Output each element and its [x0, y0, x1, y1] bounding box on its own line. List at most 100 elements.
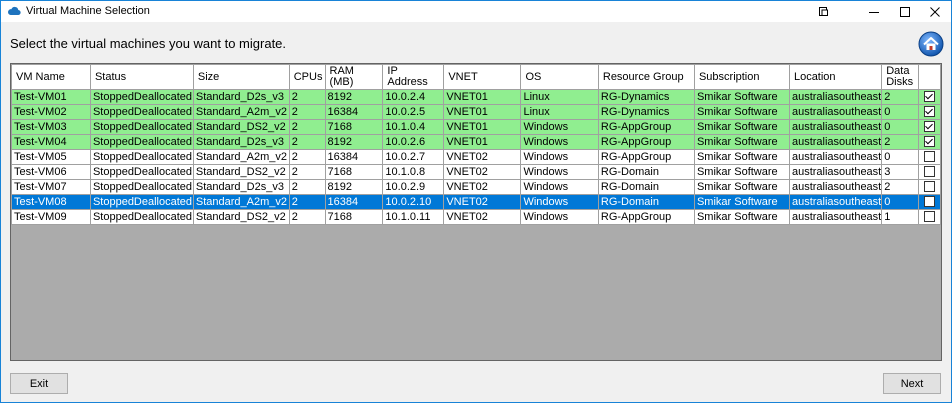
table-cell[interactable]: 2 — [288, 194, 326, 210]
column-header[interactable]: Location — [788, 64, 883, 90]
table-cell[interactable]: Test-VM01 — [11, 89, 91, 105]
table-cell[interactable]: Smikar Software — [693, 104, 790, 120]
table-cell[interactable]: VNET01 — [443, 89, 522, 105]
column-header[interactable]: Status — [89, 64, 194, 90]
table-cell[interactable]: StoppedDeallocated — [89, 89, 194, 105]
select-checkbox[interactable] — [923, 90, 935, 102]
table-cell[interactable]: Smikar Software — [693, 149, 790, 165]
table-cell[interactable]: Windows — [520, 149, 599, 165]
table-row[interactable]: Test-VM08 StoppedDeallocated Standard_A2m_… — [11, 194, 941, 210]
table-cell[interactable]: Standard_DS2_v2 — [192, 119, 290, 135]
table-cell[interactable]: Standard_A2m_v2 — [192, 149, 290, 165]
table-cell[interactable]: Smikar Software — [693, 209, 790, 225]
table-cell[interactable]: australiasoutheast — [788, 164, 883, 180]
table-cell[interactable]: 16384 — [324, 194, 384, 210]
exit-button[interactable]: Exit — [10, 373, 68, 394]
table-cell[interactable]: Smikar Software — [693, 179, 790, 195]
table-cell[interactable]: Windows — [520, 194, 599, 210]
table-cell[interactable]: 2 — [881, 89, 919, 105]
select-checkbox[interactable] — [923, 180, 935, 192]
table-cell[interactable]: 7168 — [324, 119, 384, 135]
table-cell[interactable]: 10.0.2.7 — [382, 149, 445, 165]
table-cell[interactable]: 2 — [288, 134, 326, 150]
table-cell[interactable]: StoppedDeallocated — [89, 134, 194, 150]
table-cell[interactable]: 0 — [881, 119, 919, 135]
select-checkbox-cell[interactable] — [917, 164, 941, 180]
table-row[interactable]: Test-VM09 StoppedDeallocated Standard_DS2_… — [11, 209, 941, 225]
table-cell[interactable]: VNET01 — [443, 134, 522, 150]
table-cell[interactable]: Smikar Software — [693, 134, 790, 150]
table-cell[interactable]: Test-VM08 — [11, 194, 91, 210]
table-cell[interactable]: 10.0.2.5 — [382, 104, 445, 120]
table-cell[interactable]: 2 — [288, 164, 326, 180]
column-header[interactable]: Data Disks — [881, 64, 919, 90]
select-checkbox-cell[interactable] — [917, 179, 941, 195]
table-cell[interactable]: 10.0.2.6 — [382, 134, 445, 150]
table-cell[interactable]: RG-Dynamics — [597, 104, 695, 120]
column-header[interactable]: Subscription — [693, 64, 790, 90]
select-checkbox-cell[interactable] — [917, 119, 941, 135]
table-cell[interactable]: Test-VM04 — [11, 134, 91, 150]
select-checkbox[interactable] — [923, 135, 935, 147]
table-cell[interactable]: RG-AppGroup — [597, 149, 695, 165]
table-row[interactable]: Test-VM07 StoppedDeallocated Standard_D2s_… — [11, 179, 941, 195]
table-cell[interactable]: australiasoutheast — [788, 104, 883, 120]
select-checkbox[interactable] — [923, 105, 935, 117]
table-cell[interactable]: RG-Domain — [597, 194, 695, 210]
table-cell[interactable]: StoppedDeallocated — [89, 194, 194, 210]
table-cell[interactable]: 10.0.2.4 — [382, 89, 445, 105]
table-cell[interactable]: 2 — [881, 179, 919, 195]
table-cell[interactable]: StoppedDeallocated — [89, 209, 194, 225]
table-cell[interactable]: australiasoutheast — [788, 209, 883, 225]
table-cell[interactable]: 0 — [881, 149, 919, 165]
table-cell[interactable]: Test-VM07 — [11, 179, 91, 195]
table-cell[interactable]: Test-VM05 — [11, 149, 91, 165]
table-cell[interactable]: Standard_A2m_v2 — [192, 194, 290, 210]
table-cell[interactable]: australiasoutheast — [788, 149, 883, 165]
table-cell[interactable]: 2 — [288, 104, 326, 120]
column-header[interactable] — [917, 64, 941, 90]
table-cell[interactable]: Windows — [520, 209, 599, 225]
vm-grid[interactable]: VM Name Status Size CPUs RAM (MB) IP Address V… — [10, 63, 942, 361]
table-cell[interactable]: 8192 — [324, 179, 384, 195]
table-cell[interactable]: 2 — [288, 89, 326, 105]
table-cell[interactable]: StoppedDeallocated — [89, 119, 194, 135]
table-cell[interactable]: 2 — [288, 209, 326, 225]
table-cell[interactable]: australiasoutheast — [788, 89, 883, 105]
table-cell[interactable]: 10.1.0.4 — [382, 119, 445, 135]
table-cell[interactable]: VNET02 — [443, 209, 522, 225]
select-checkbox[interactable] — [923, 210, 935, 222]
table-cell[interactable]: RG-AppGroup — [597, 134, 695, 150]
table-cell[interactable]: 1 — [881, 209, 919, 225]
column-header[interactable]: Resource Group — [597, 64, 695, 90]
table-cell[interactable]: 8192 — [324, 134, 384, 150]
table-cell[interactable]: StoppedDeallocated — [89, 164, 194, 180]
table-cell[interactable]: 10.0.2.9 — [382, 179, 445, 195]
table-cell[interactable]: Standard_D2s_v3 — [192, 134, 290, 150]
select-checkbox-cell[interactable] — [917, 209, 941, 225]
table-cell[interactable]: VNET02 — [443, 164, 522, 180]
select-checkbox[interactable] — [923, 165, 935, 177]
close-button[interactable] — [919, 1, 951, 22]
column-header[interactable]: OS — [520, 64, 599, 90]
table-row[interactable]: Test-VM06 StoppedDeallocated Standard_DS2_… — [11, 164, 941, 180]
table-cell[interactable]: australiasoutheast — [788, 194, 883, 210]
table-cell[interactable]: Standard_DS2_v2 — [192, 164, 290, 180]
table-cell[interactable]: VNET01 — [443, 104, 522, 120]
table-row[interactable]: Test-VM01 StoppedDeallocated Standard_D2s_… — [11, 89, 941, 105]
table-cell[interactable]: Smikar Software — [693, 194, 790, 210]
table-cell[interactable]: 10.0.2.10 — [382, 194, 445, 210]
select-checkbox-cell[interactable] — [917, 149, 941, 165]
table-cell[interactable]: 2 — [288, 179, 326, 195]
table-cell[interactable]: StoppedDeallocated — [89, 149, 194, 165]
table-row[interactable]: Test-VM02 StoppedDeallocated Standard_A2m_… — [11, 104, 941, 120]
select-checkbox-cell[interactable] — [917, 89, 941, 105]
table-cell[interactable]: VNET02 — [443, 179, 522, 195]
table-cell[interactable]: Smikar Software — [693, 119, 790, 135]
table-cell[interactable]: Smikar Software — [693, 164, 790, 180]
table-cell[interactable]: Standard_DS2_v2 — [192, 209, 290, 225]
table-cell[interactable]: 2 — [288, 149, 326, 165]
table-cell[interactable]: australiasoutheast — [788, 179, 883, 195]
table-cell[interactable]: Linux — [520, 104, 599, 120]
column-header[interactable]: VNET — [443, 64, 522, 90]
